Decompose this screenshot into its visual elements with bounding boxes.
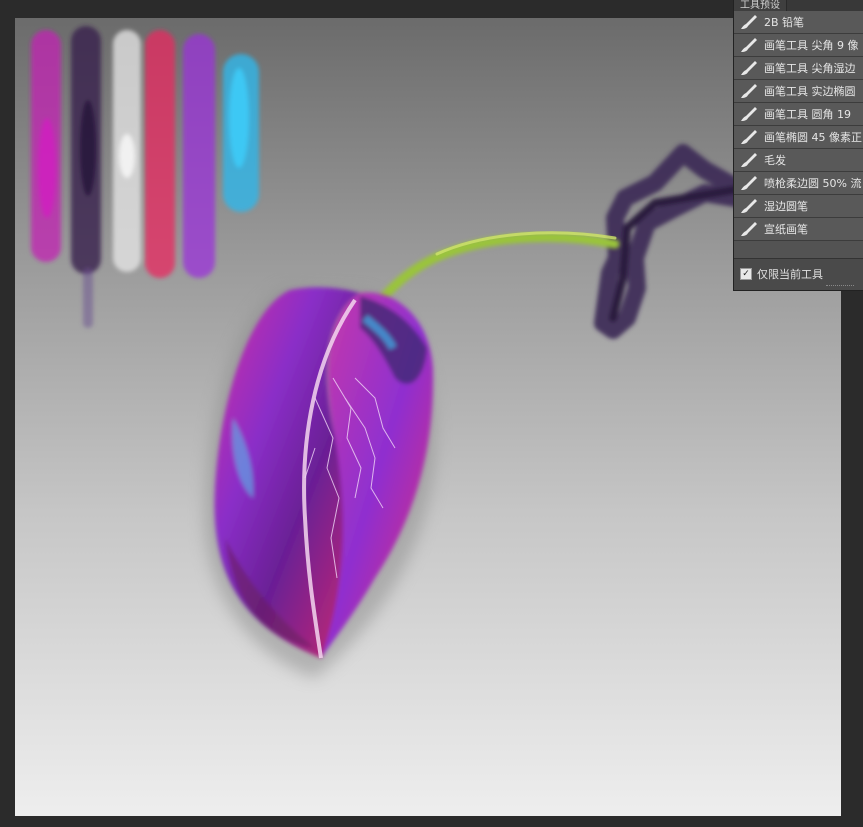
preset-item[interactable]: 画笔工具 尖角湿边: [734, 57, 863, 80]
preset-label: 喷枪柔边圆 50% 流: [764, 177, 862, 190]
preset-label: 画笔工具 尖角湿边: [764, 62, 856, 75]
swatch-violet: [183, 34, 215, 278]
brush-icon: [734, 34, 764, 56]
panel-resize-grip[interactable]: [826, 285, 854, 288]
preset-item[interactable]: 画笔椭圆 45 像素正: [734, 126, 863, 149]
preset-label: 宣纸画笔: [764, 223, 808, 236]
tool-presets-panel: 工具预设 2B 铅笔画笔工具 尖角 9 像画笔工具 尖角湿边 画笔工具 实边椭圆画…: [733, 0, 863, 291]
stem: [376, 232, 620, 305]
brush-icon: [734, 11, 764, 33]
preset-label: 画笔工具 实边椭圆: [764, 85, 856, 98]
brush-icon: [734, 126, 764, 148]
preset-item[interactable]: 2B 铅笔: [734, 11, 863, 34]
brush-icon: [734, 149, 764, 171]
current-tool-only-checkbox[interactable]: ✓: [740, 268, 752, 280]
preset-label: 画笔工具 尖角 9 像: [764, 39, 859, 52]
brush-icon: [734, 172, 764, 194]
brush-icon: [734, 103, 764, 125]
painting-artwork: [31, 26, 841, 678]
current-tool-only-toggle[interactable]: ✓ 仅限当前工具: [740, 266, 823, 282]
brush-icon: [734, 57, 764, 79]
preset-item[interactable]: 画笔工具 实边椭圆: [734, 80, 863, 103]
panel-tab-tool-presets[interactable]: 工具预设: [734, 0, 787, 11]
preset-item[interactable]: 毛发: [734, 149, 863, 172]
brush-icon: [734, 218, 764, 240]
preset-list: 2B 铅笔画笔工具 尖角 9 像画笔工具 尖角湿边 画笔工具 实边椭圆 画笔工具 圆…: [734, 11, 863, 241]
preset-item[interactable]: 画笔工具 圆角 19: [734, 103, 863, 126]
preset-label: 毛发: [764, 154, 786, 167]
preset-item[interactable]: 喷枪柔边圆 50% 流: [734, 172, 863, 195]
preset-item[interactable]: 画笔工具 尖角 9 像: [734, 34, 863, 57]
brush-icon: [734, 80, 764, 102]
preset-label: 画笔椭圆 45 像素正: [764, 131, 862, 144]
color-swatch-strokes: [31, 26, 259, 328]
preset-label: 画笔工具 圆角 19: [764, 108, 851, 121]
preset-item[interactable]: 宣纸画笔: [734, 218, 863, 241]
preset-label: 湿边圆笔: [764, 200, 808, 213]
preset-label: 2B 铅笔: [764, 16, 805, 29]
leaf: [214, 287, 434, 658]
preset-item[interactable]: 湿边圆笔: [734, 195, 863, 218]
current-tool-only-label: 仅限当前工具: [757, 268, 823, 281]
brush-icon: [734, 195, 764, 217]
painting-canvas[interactable]: [15, 18, 841, 816]
panel-footer: ✓ 仅限当前工具: [734, 258, 863, 290]
swatch-pink: [145, 30, 175, 278]
